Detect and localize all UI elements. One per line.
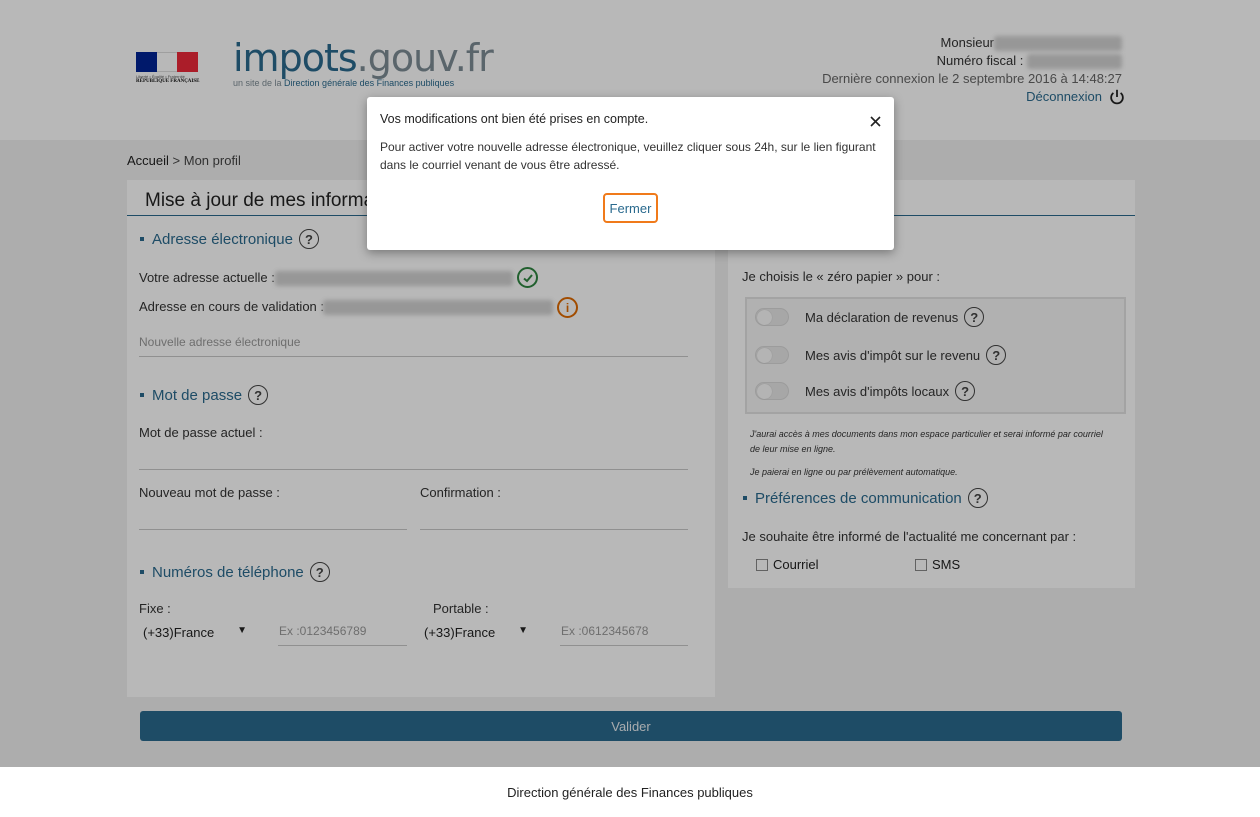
footer-text: Direction générale des Finances publique… — [507, 784, 753, 800]
modal-title: Vos modifications ont bien été prises en… — [380, 112, 649, 126]
close-icon[interactable] — [868, 114, 882, 128]
modal-close-button[interactable]: Fermer — [603, 193, 658, 223]
modal-body: Pour activer votre nouvelle adresse élec… — [380, 140, 876, 172]
site-footer: Direction générale des Finances publique… — [0, 767, 1260, 817]
confirmation-modal: Vos modifications ont bien été prises en… — [367, 97, 894, 250]
